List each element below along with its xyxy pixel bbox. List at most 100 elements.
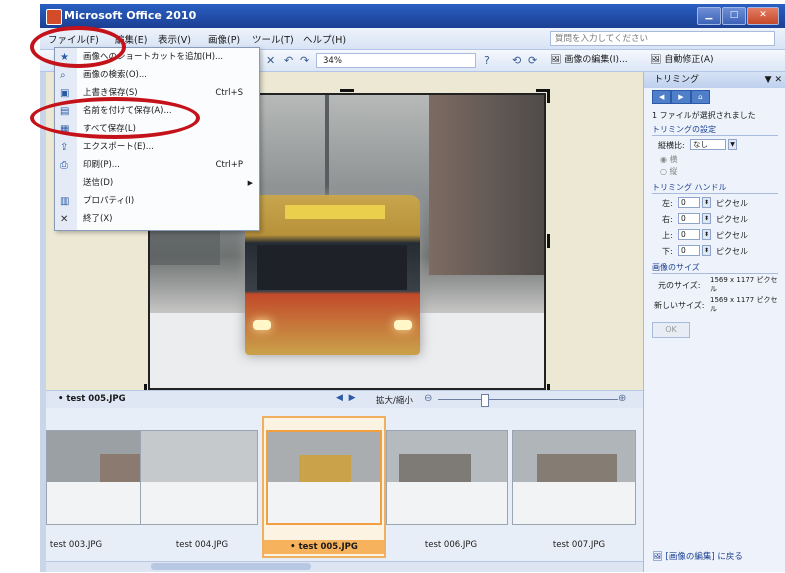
redo-icon[interactable]: ↷ (300, 54, 309, 67)
crop-handle-top[interactable] (340, 89, 354, 92)
thumbnail-3[interactable] (266, 430, 382, 525)
menu-properties[interactable]: ▥ プロパティ(I) (55, 193, 261, 210)
menu-find-image[interactable]: ⌕ 画像の検索(O)... (55, 67, 261, 84)
bus-sign (285, 205, 385, 219)
auto-correct-icon: 🖼 (650, 55, 662, 65)
filmstrip-scrollbar[interactable] (46, 561, 643, 572)
thumbnail-label-4: test 006.JPG (424, 540, 478, 550)
ok-button[interactable]: OK (652, 322, 690, 338)
handle-bottom-label: 下: (662, 247, 673, 256)
maximize-button[interactable]: □ (722, 7, 746, 25)
pane-close-icon[interactable]: ▼ ✕ (765, 72, 782, 88)
thumbnail-label-5: test 007.JPG (552, 540, 606, 550)
crop-task-pane: トリミング ▼ ✕ ◀ ▶ ⌂ 1 ファイルが選択されました トリミングの設定 … (643, 72, 785, 572)
pane-header: トリミング ▼ ✕ (644, 72, 785, 88)
filmstrip: test 003.JPG test 004.JPG • test 005.JPG… (46, 408, 643, 572)
thumbnail-5[interactable] (512, 430, 636, 525)
handle-bottom-spinner[interactable]: ⬍ (702, 245, 711, 256)
bus-lamp-left (253, 320, 271, 330)
zoom-slider-thumb[interactable] (481, 394, 489, 407)
thumb-ground (513, 482, 635, 524)
handle-top-spinner[interactable]: ⬍ (702, 229, 711, 240)
new-size-label: 新しいサイズ: (654, 301, 705, 310)
zoom-select[interactable]: 34% (316, 53, 476, 68)
handle-bottom-unit: ピクセル (716, 247, 748, 256)
pane-forward-icon[interactable]: ▶ (672, 91, 690, 103)
handle-left-unit: ピクセル (716, 199, 748, 208)
landscape-radio[interactable]: ◉ 横 (660, 154, 678, 165)
menu-send[interactable]: 送信(D) ▶ (55, 175, 261, 192)
back-to-edit-label: [画像の編集] に戻る (665, 552, 743, 562)
auto-correct-label: 自動修正(A) (664, 55, 714, 65)
menu-image[interactable]: 画像(P) (208, 32, 240, 46)
pane-home-icon[interactable]: ⌂ (691, 91, 709, 103)
handle-left-input[interactable]: 0 (678, 197, 700, 208)
menu-export-label: エクスポート(E)... (83, 142, 154, 152)
find-icon: ⌕ (60, 70, 66, 81)
handle-top-label: 上: (662, 231, 673, 240)
crop-handle-right[interactable] (547, 234, 550, 248)
pane-back-icon[interactable]: ◀ (653, 91, 671, 103)
handle-left-spinner[interactable]: ⬍ (702, 197, 711, 208)
menu-print[interactable]: ⎙ 印刷(P)... Ctrl+P (55, 157, 261, 174)
auto-correct-button[interactable]: 🖼 自動修正(A) (650, 53, 714, 68)
properties-icon: ▥ (60, 196, 70, 207)
help-search-input[interactable]: 質問を入力してください (550, 31, 775, 46)
edit-picture-icon: 🖼 (652, 552, 663, 562)
handle-left-label: 左: (662, 199, 673, 208)
handle-bottom-input[interactable]: 0 (678, 245, 700, 256)
scrollbar-thumb[interactable] (151, 563, 311, 570)
zoom-in-icon[interactable]: ⊕ (618, 393, 626, 404)
delete-icon[interactable]: ✕ (266, 54, 275, 67)
close-button[interactable]: ✕ (747, 7, 779, 25)
selection-status: 1 ファイルが選択されました (652, 111, 756, 120)
aspect-ratio-dropdown-icon[interactable]: ▼ (728, 139, 737, 150)
rotate-left-icon[interactable]: ⟲ (512, 54, 521, 67)
viewer-status-bar: • test 005.JPG ◀ ▶ 拡大/縮小 ⊖ ⊕ (46, 390, 643, 408)
minimize-button[interactable]: ▁ (697, 7, 721, 25)
menu-save-shortcut: Ctrl+S (215, 88, 243, 98)
landscape-label: 横 (669, 155, 678, 164)
thumbnail-2[interactable] (140, 430, 258, 525)
bus-window (257, 245, 407, 290)
highlight-ring-save-as (30, 97, 200, 139)
aspect-ratio-select[interactable]: なし (690, 139, 726, 150)
menu-exit[interactable]: ✕ 終了(X) (55, 211, 261, 228)
menu-tools[interactable]: ツール(T) (252, 32, 294, 46)
menu-properties-label: プロパティ(I) (83, 196, 135, 206)
pane-nav: ◀ ▶ ⌂ (652, 90, 710, 104)
handle-right-spinner[interactable]: ⬍ (702, 213, 711, 224)
handle-right-label: 右: (662, 215, 673, 224)
back-to-edit-link[interactable]: 🖼 [画像の編集] に戻る (652, 550, 743, 562)
handle-top-input[interactable]: 0 (678, 229, 700, 240)
window-title: Microsoft Office 2010 (64, 9, 197, 22)
thumbnail-4[interactable] (386, 430, 508, 525)
rotate-right-icon[interactable]: ⟳ (528, 54, 537, 67)
menu-export[interactable]: ⇪ エクスポート(E)... (55, 139, 261, 156)
undo-icon[interactable]: ↶ (284, 54, 293, 67)
edit-picture-label: 画像の編集(I)... (564, 55, 628, 65)
photo-building-right (429, 95, 544, 275)
highlight-ring-file-menu (30, 26, 126, 68)
zoom-out-icon[interactable]: ⊖ (424, 393, 432, 404)
zoom-slider[interactable] (438, 399, 618, 400)
portrait-label: 縦 (669, 167, 678, 176)
prev-next-nav[interactable]: ◀ ▶ (336, 393, 356, 403)
thumb-ground (268, 482, 380, 523)
portrait-radio[interactable]: ○ 縦 (660, 166, 678, 177)
handle-top-unit: ピクセル (716, 231, 748, 240)
menu-exit-label: 終了(X) (83, 214, 113, 224)
new-size-value: 1569 x 1177 ピクセル (710, 296, 778, 313)
menu-view[interactable]: 表示(V) (158, 32, 191, 46)
app-icon (46, 9, 62, 25)
print-icon: ⎙ (60, 160, 68, 171)
handle-right-input[interactable]: 0 (678, 213, 700, 224)
photo-bus (245, 195, 420, 355)
edit-picture-button[interactable]: 🖼 画像の編集(I)... (550, 53, 628, 68)
help-icon[interactable]: ? (484, 54, 490, 67)
crop-handle-top-right-v[interactable] (547, 89, 550, 103)
zoom-label: 拡大/縮小 (376, 396, 413, 406)
menu-help[interactable]: ヘルプ(H) (303, 32, 346, 46)
thumbnail-label-1: test 003.JPG (49, 540, 103, 550)
image-size-header: 画像のサイズ (652, 262, 778, 274)
